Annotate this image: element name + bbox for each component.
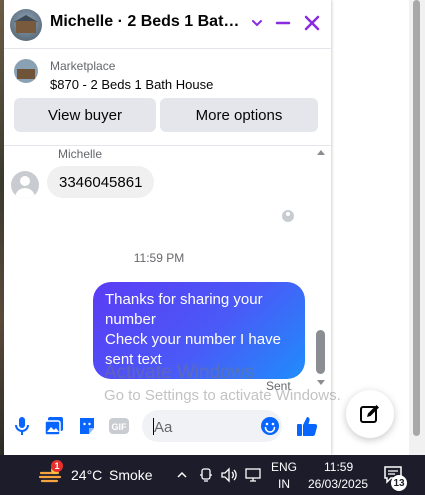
chevron-up-icon[interactable] [173,466,191,484]
photo-icon[interactable] [42,414,66,438]
close-icon[interactable] [299,10,325,36]
chat-title[interactable]: Michelle · 2 Beds 1 Bath H... [50,13,246,31]
text-cursor [153,418,154,435]
listing-thumbnail[interactable] [14,59,38,83]
chat-header: Michelle · 2 Beds 1 Bath H... [4,0,331,49]
sender-name: Michelle [58,147,103,161]
new-message-button[interactable] [346,390,394,438]
outgoing-message-line: Thanks for sharing your number [105,291,263,328]
language-indicator[interactable]: ENG [271,460,297,474]
scroll-up-arrow-icon[interactable] [317,150,325,155]
weather-temperature[interactable]: 24°C [71,467,102,483]
volume-icon[interactable] [220,466,238,484]
like-icon[interactable] [295,414,319,438]
marketplace-listing: Marketplace $870 - 2 Beds 1 Bath House V… [4,49,331,146]
gif-icon[interactable]: GIF [107,414,131,438]
device-icon[interactable] [197,466,215,484]
microphone-icon[interactable] [10,414,34,438]
gif-label: GIF [112,422,128,432]
message-composer: GIF [4,402,331,452]
more-options-button[interactable]: More options [160,98,318,132]
minimize-icon[interactable] [270,10,296,36]
weather-condition[interactable]: Smoke [109,467,153,483]
scroll-down-arrow-icon[interactable] [317,380,325,385]
emoji-icon[interactable] [260,416,280,436]
sticker-icon[interactable] [75,414,99,438]
view-buyer-button[interactable]: View buyer [14,98,156,132]
clock-time[interactable]: 11:59 [324,460,353,474]
activation-watermark-subtitle: Go to Settings to activate Windows. [104,387,341,404]
language-region[interactable]: IN [278,477,290,491]
thread-scrollbar-thumb[interactable] [316,330,325,374]
sender-avatar[interactable] [11,171,39,199]
network-icon[interactable] [244,466,262,484]
thread-scrollbar[interactable] [314,146,328,394]
activation-watermark-title: Activate Windows [104,362,254,383]
page-scrollbar[interactable] [409,0,425,455]
listing-source-label: Marketplace [50,59,116,73]
message-timestamp: 11:59 PM [133,251,185,265]
message-input[interactable] [152,416,256,438]
message-input-wrapper[interactable] [142,410,282,442]
seen-indicator-icon [282,210,294,222]
message-thread[interactable]: Michelle 3346045861 11:59 PM Thanks for … [4,146,331,394]
notification-count-badge: 13 [391,475,407,491]
clock-date[interactable]: 26/03/2025 [308,477,368,491]
chevron-down-icon[interactable] [244,10,270,36]
weather-alert-badge: 1 [51,460,63,472]
listing-avatar[interactable] [10,9,42,41]
page-scrollbar-thumb[interactable] [413,0,420,436]
incoming-message[interactable]: 3346045861 [47,166,155,198]
compose-icon [360,405,379,423]
listing-price-title[interactable]: $870 - 2 Beds 1 Bath House [50,77,213,92]
windows-taskbar: 1 24°C Smoke ENG IN 11:59 26/03/2025 13 [0,455,425,495]
